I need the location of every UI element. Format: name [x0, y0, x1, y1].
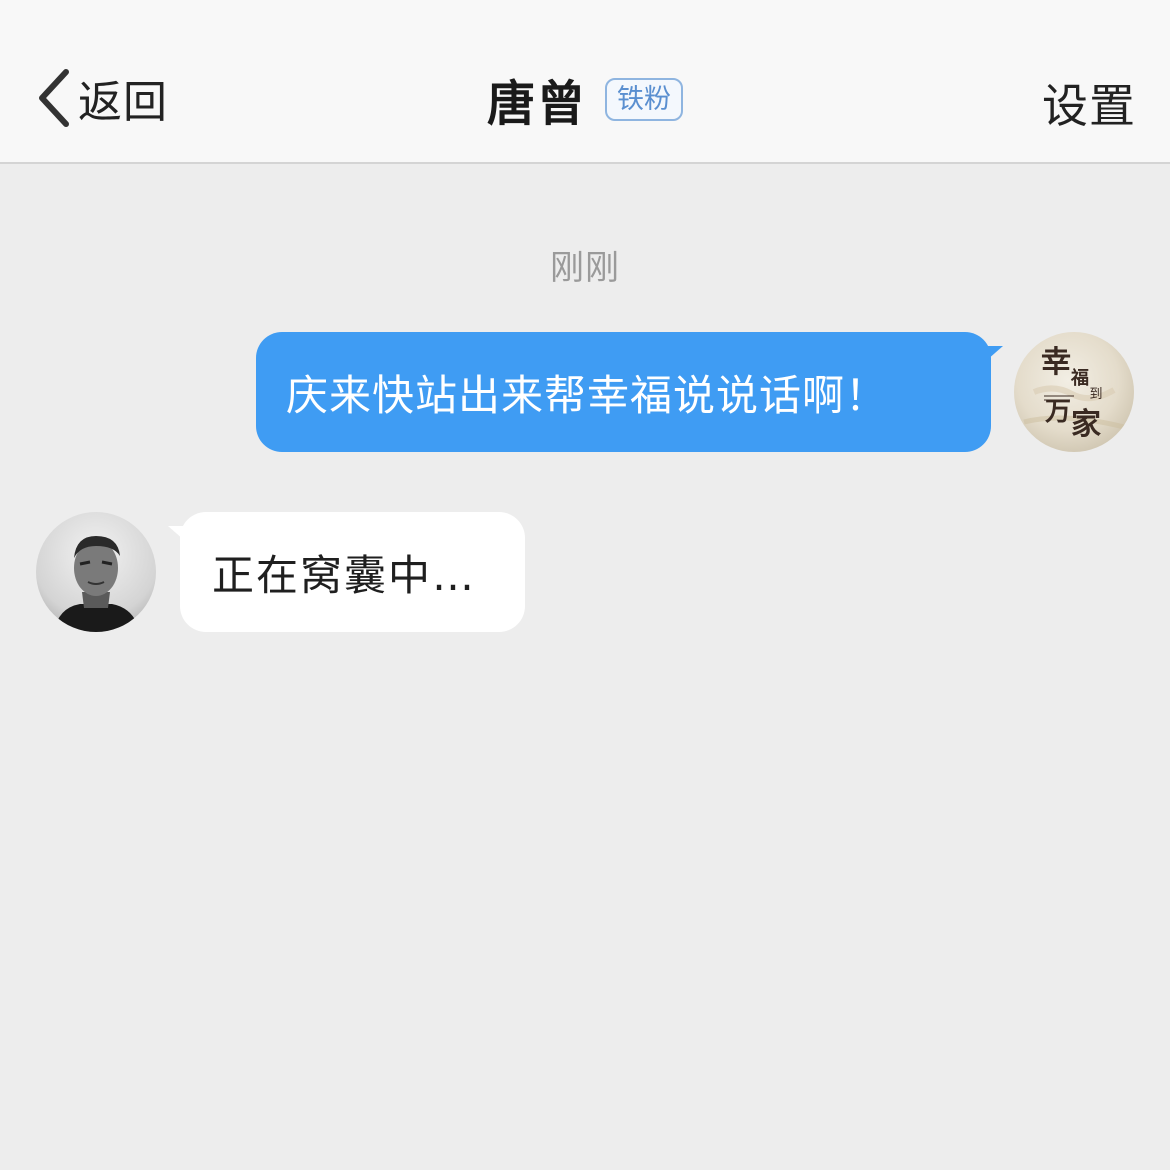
- avatar-logo-char-3: 到: [1089, 387, 1102, 402]
- avatar-logo-char-4: 万: [1045, 397, 1071, 427]
- outgoing-message-text: 庆来快站出来帮幸福说说话啊！: [286, 370, 889, 420]
- title-area: 唐曾 铁粉: [0, 66, 1170, 132]
- contact-avatar[interactable]: [36, 512, 156, 632]
- incoming-message-text: 正在窝囊中…: [212, 550, 477, 600]
- settings-button[interactable]: 设置: [1042, 70, 1136, 136]
- message-timestamp: 刚刚: [550, 248, 620, 288]
- chat-title: 唐曾: [486, 76, 587, 132]
- fan-badge: 铁粉: [605, 77, 683, 121]
- incoming-message-bubble[interactable]: 正在窝囊中…: [168, 512, 525, 632]
- outgoing-message-bubble[interactable]: 庆来快站出来帮幸福说说话啊！: [256, 332, 1003, 452]
- my-avatar[interactable]: 幸 福 到 万 家: [1014, 332, 1134, 452]
- nav-bar: 返回 唐曾 铁粉 设置: [0, 0, 1170, 164]
- avatar-logo-char-2: 福: [1070, 367, 1089, 389]
- avatar-logo-char-1: 幸: [1041, 345, 1071, 380]
- avatar-logo-char-5: 家: [1071, 407, 1101, 442]
